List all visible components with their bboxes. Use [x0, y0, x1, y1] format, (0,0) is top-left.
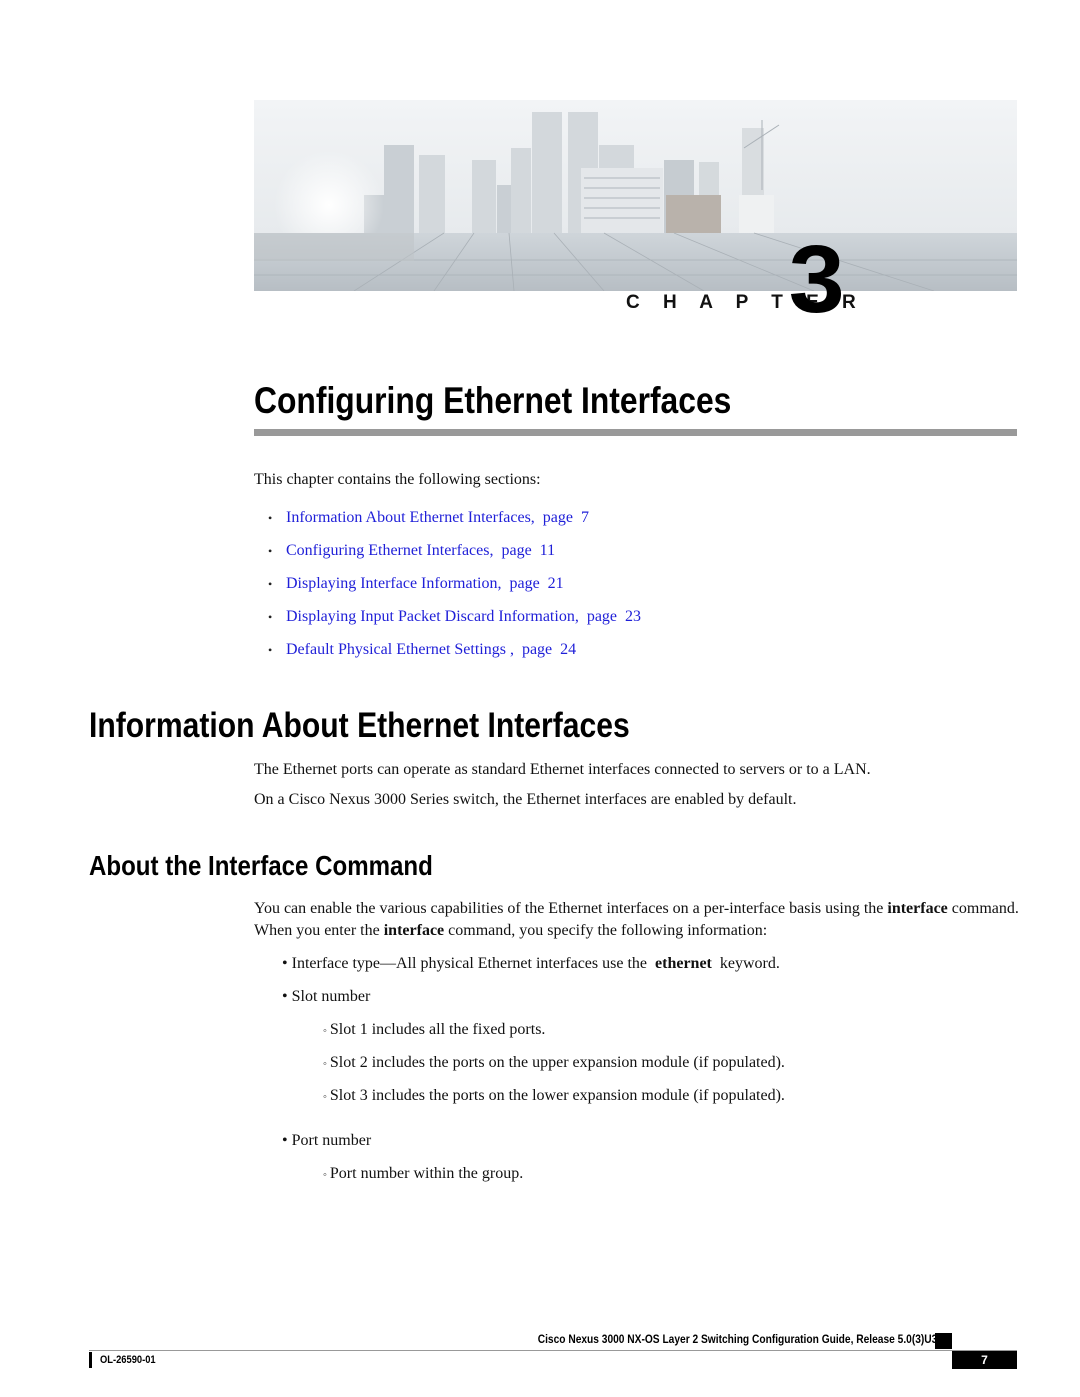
toc-link-displaying-interface-information[interactable]: Displaying Interface Information, page 2… [286, 574, 564, 607]
list-item-interface-type: • Interface type—All physical Ethernet i… [282, 954, 780, 974]
footer-doc-id: OL-26590-01 [100, 1354, 156, 1366]
footer-guide-title: Cisco Nexus 3000 NX-OS Layer 2 Switching… [537, 1332, 950, 1346]
footer-marker [935, 1333, 952, 1349]
bullet-icon: • [268, 511, 273, 525]
toc-item: • Displaying Interface Information, page… [268, 574, 641, 607]
toc-item: • Displaying Input Packet Discard Inform… [268, 607, 641, 640]
list-text: Port number within the group. [329, 1165, 524, 1182]
footer-docid-bar [89, 1352, 92, 1368]
bullet-icon: • [268, 643, 273, 657]
toc-item: • Configuring Ethernet Interfaces, page … [268, 541, 641, 574]
sub-list-item: ◦ Port number within the group. [323, 1164, 523, 1185]
list-item-port-number: • Port number [282, 1131, 371, 1151]
skyline-illustration [254, 100, 1017, 291]
section1-paragraph: The Ethernet ports can operate as standa… [254, 761, 871, 778]
para-text: command, you specify the following infor… [444, 922, 768, 939]
list-text: keyword. [711, 955, 780, 972]
toc-link-information-about-ethernet-interfaces[interactable]: Information About Ethernet Interfaces, p… [286, 508, 589, 541]
circle-bullet-icon: ◦ [323, 1025, 327, 1037]
list-text: Slot 2 includes the ports on the upper e… [329, 1054, 785, 1071]
section1-paragraph: On a Cisco Nexus 3000 Series switch, the… [254, 791, 797, 808]
bullet-icon: • [282, 1132, 288, 1149]
chapter-header-image [254, 100, 1017, 291]
toc-item: • Default Physical Ethernet Settings , p… [268, 640, 641, 673]
toc-link-configuring-ethernet-interfaces[interactable]: Configuring Ethernet Interfaces, page 11 [286, 541, 555, 574]
chapter-title: Configuring Ethernet Interfaces [254, 380, 732, 421]
keyword-interface: interface [383, 922, 445, 939]
page-number: 7 [952, 1351, 1017, 1369]
list-text: Slot 1 includes all the fixed ports. [329, 1021, 546, 1038]
bullet-icon: • [268, 577, 273, 591]
list-text: Slot number [291, 988, 371, 1005]
toc-link-displaying-input-packet-discard[interactable]: Displaying Input Packet Discard Informat… [286, 607, 641, 640]
interface-command-paragraph: You can enable the various capabilities … [254, 898, 1024, 942]
bullet-icon: • [282, 988, 288, 1005]
list-text: Port number [291, 1132, 372, 1149]
bullet-icon: • [268, 610, 273, 624]
list-item-slot-number: • Slot number [282, 987, 370, 1007]
intro-text: This chapter contains the following sect… [254, 471, 541, 488]
bullet-icon: • [268, 544, 273, 558]
keyword-interface: interface [887, 900, 948, 917]
sub-list-item: ◦ Slot 1 includes all the fixed ports. [323, 1020, 545, 1041]
section-heading-interface-command: About the Interface Command [89, 850, 433, 881]
list-text: Interface type—All physical Ethernet int… [291, 955, 656, 972]
circle-bullet-icon: ◦ [323, 1091, 327, 1103]
keyword-ethernet: ethernet [655, 955, 712, 972]
bullet-icon: • [282, 955, 288, 972]
sub-list-item: ◦ Slot 2 includes the ports on the upper … [323, 1053, 785, 1074]
sub-list-item: ◦ Slot 3 includes the ports on the lower … [323, 1086, 785, 1107]
para-text: You can enable the various capabilities … [254, 900, 888, 917]
circle-bullet-icon: ◦ [323, 1058, 327, 1070]
title-rule [254, 429, 1017, 436]
section-heading-information-about: Information About Ethernet Interfaces [89, 706, 630, 745]
list-text: Slot 3 includes the ports on the lower e… [329, 1087, 785, 1104]
toc-item: • Information About Ethernet Interfaces,… [268, 508, 641, 541]
section-toc: • Information About Ethernet Interfaces,… [268, 508, 641, 673]
chapter-number: 3 [788, 226, 845, 333]
toc-link-default-physical-ethernet-settings[interactable]: Default Physical Ethernet Settings , pag… [286, 640, 576, 673]
circle-bullet-icon: ◦ [323, 1169, 327, 1181]
footer-rule [89, 1350, 1017, 1351]
